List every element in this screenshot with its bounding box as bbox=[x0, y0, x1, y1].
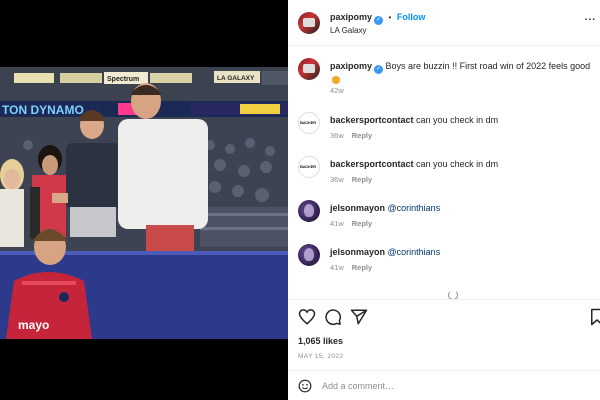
post-photo[interactable]: Spectrum LA GALAXY TON DYNAMO mayo bbox=[0, 67, 288, 339]
reply-button[interactable]: Reply bbox=[352, 175, 372, 184]
caption-meta: 42w bbox=[330, 86, 344, 95]
reply-button[interactable]: Reply bbox=[352, 219, 372, 228]
avatar[interactable] bbox=[298, 12, 320, 34]
post-side-panel: paxipomy ✓ • Follow LA Galaxy ... paxipom… bbox=[288, 0, 600, 400]
comments-list[interactable]: paxipomy ✓ Boys are buzzin !! First road … bbox=[288, 47, 600, 299]
caption-time[interactable]: 42w bbox=[330, 86, 344, 95]
spectrum-sign: Spectrum bbox=[107, 76, 139, 83]
verified-badge-icon: ✓ bbox=[374, 16, 384, 25]
comment-time[interactable]: 36w bbox=[330, 131, 344, 140]
caption-text: Boys are buzzin !! First road win of 202… bbox=[385, 61, 591, 71]
comment-time[interactable]: 41w bbox=[330, 263, 344, 272]
post-header: paxipomy ✓ • Follow LA Galaxy ... bbox=[288, 0, 600, 46]
header-username[interactable]: paxipomy bbox=[330, 12, 372, 22]
bookmark-icon[interactable] bbox=[588, 308, 600, 326]
list-item: backersportcontact can you check in dm 3… bbox=[298, 156, 598, 186]
list-item: jelsonmayon @corinthians 41w Reply bbox=[298, 200, 598, 230]
comment-mention[interactable]: @corinthians bbox=[388, 203, 441, 213]
caption-username[interactable]: paxipomy bbox=[330, 61, 372, 71]
comment-body: backersportcontact can you check in dm bbox=[330, 114, 600, 126]
comment-input[interactable] bbox=[322, 377, 572, 395]
instagram-post-modal: Spectrum LA GALAXY TON DYNAMO mayo paxip… bbox=[0, 0, 600, 400]
backer-logo-avatar[interactable] bbox=[298, 112, 320, 134]
likes-count[interactable]: 1,065 likes bbox=[298, 336, 343, 346]
heart-icon[interactable] bbox=[298, 308, 316, 326]
comment-username[interactable]: backersportcontact bbox=[330, 159, 414, 169]
avatar[interactable] bbox=[298, 58, 320, 80]
emoji-icon bbox=[332, 76, 340, 84]
stadium-photo-illustration: Spectrum LA GALAXY TON DYNAMO mayo bbox=[0, 67, 288, 339]
header-location[interactable]: LA Galaxy bbox=[330, 26, 366, 35]
comment-meta: 41w Reply bbox=[330, 263, 372, 272]
comment-body: jelsonmayon @corinthians bbox=[330, 202, 600, 214]
verified-badge-icon: ✓ bbox=[374, 65, 384, 74]
comment-username[interactable]: jelsonmayon bbox=[330, 247, 385, 257]
comment-time[interactable]: 36w bbox=[330, 175, 344, 184]
reply-button[interactable]: Reply bbox=[352, 263, 372, 272]
comment-text: can you check in dm bbox=[416, 159, 499, 169]
add-comment-bar bbox=[288, 370, 600, 400]
comment-icon[interactable] bbox=[324, 308, 342, 326]
comment-meta: 36w Reply bbox=[330, 175, 372, 184]
emoji-picker-icon[interactable] bbox=[298, 379, 312, 393]
comment-username[interactable]: jelsonmayon bbox=[330, 203, 385, 213]
caption-body: paxipomy ✓ Boys are buzzin !! First road … bbox=[330, 60, 600, 86]
comment-mention[interactable]: @corinthians bbox=[388, 247, 441, 257]
led-ribbon-text: TON DYNAMO bbox=[2, 103, 84, 117]
dot-separator: • bbox=[388, 13, 392, 22]
photo-pane: Spectrum LA GALAXY TON DYNAMO mayo bbox=[0, 0, 288, 400]
comment-text: can you check in dm bbox=[416, 115, 499, 125]
comment-meta: 36w Reply bbox=[330, 131, 372, 140]
jel-avatar[interactable] bbox=[298, 244, 320, 266]
list-item: jelsonmayon @corinthians 41w Reply bbox=[298, 244, 598, 274]
comment-body: jelsonmayon @corinthians bbox=[330, 246, 600, 258]
reply-button[interactable]: Reply bbox=[352, 131, 372, 140]
loading-spinner-icon bbox=[448, 290, 458, 299]
share-icon[interactable] bbox=[350, 308, 368, 326]
more-options-icon[interactable]: ... bbox=[585, 12, 596, 23]
list-item: backersportcontact can you check in dm 3… bbox=[298, 112, 598, 142]
backer-logo-avatar[interactable] bbox=[298, 156, 320, 178]
post-date[interactable]: MAY 15, 2022 bbox=[298, 353, 343, 360]
jersey-text: mayo bbox=[18, 318, 49, 332]
la-galaxy-sign: LA GALAXY bbox=[217, 75, 255, 82]
action-bar: 1,065 likes MAY 15, 2022 bbox=[288, 299, 600, 369]
jel-avatar[interactable] bbox=[298, 200, 320, 222]
follow-button[interactable]: Follow bbox=[397, 12, 426, 22]
comment-body: backersportcontact can you check in dm bbox=[330, 158, 600, 170]
caption: paxipomy ✓ Boys are buzzin !! First road … bbox=[298, 58, 598, 98]
comment-meta: 41w Reply bbox=[330, 219, 372, 228]
header-text-row: paxipomy ✓ • Follow bbox=[330, 12, 425, 25]
comment-time[interactable]: 41w bbox=[330, 219, 344, 228]
comment-username[interactable]: backersportcontact bbox=[330, 115, 414, 125]
